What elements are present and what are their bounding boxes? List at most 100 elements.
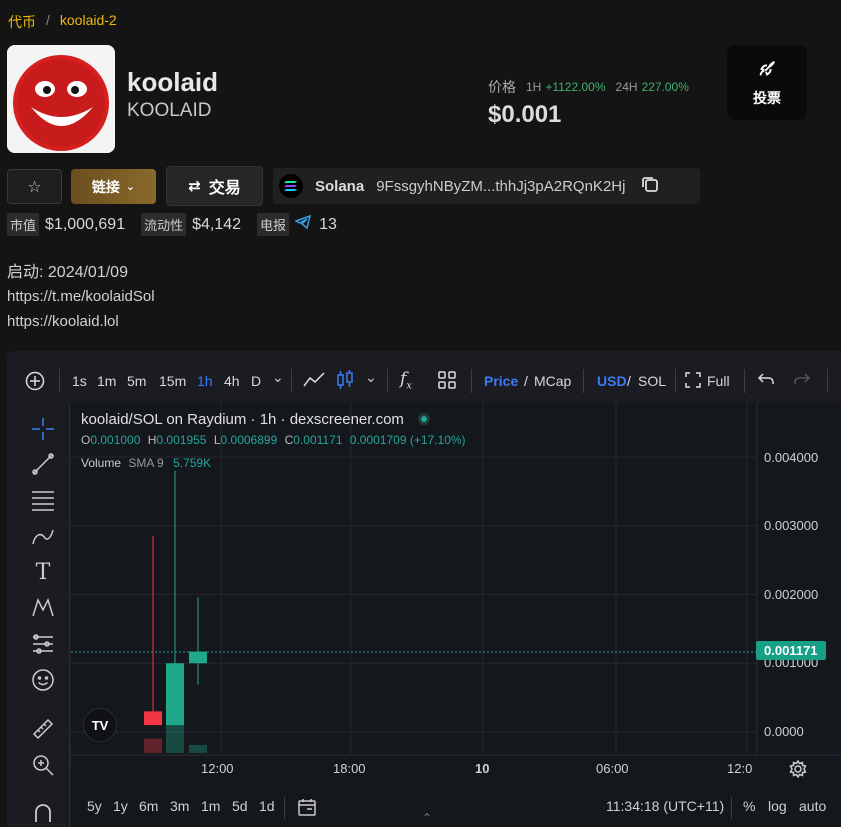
volume-label: Volume [81, 456, 122, 470]
links-dropdown-button[interactable]: 链接 ⌄ [71, 169, 156, 204]
emoji-icon[interactable] [30, 667, 56, 693]
h1-label: 1H [526, 80, 542, 94]
breadcrumb-root[interactable]: 代币 [8, 12, 36, 32]
brush-icon[interactable] [30, 523, 56, 549]
links-label: 链接 [91, 178, 120, 195]
fib-retracement-icon[interactable] [30, 487, 56, 513]
liquidity-value: $4,142 [192, 215, 242, 233]
star-icon: ☆ [27, 178, 42, 196]
calendar-icon[interactable] [297, 797, 317, 820]
interval-1s[interactable]: 1s [72, 373, 87, 389]
mcap-value: $1,000,691 [45, 215, 126, 233]
low-label: L [213, 433, 221, 447]
mcap-toggle[interactable]: MCap [534, 373, 571, 389]
current-price-tag: 0.001171 [756, 641, 826, 660]
token-logo [7, 45, 115, 153]
vote-button[interactable]: 投票 [727, 45, 807, 120]
text-icon[interactable]: T [30, 559, 56, 585]
sma-label: SMA 9 [128, 456, 164, 470]
candle-body [144, 711, 162, 726]
range-1y[interactable]: 1y [113, 798, 128, 814]
rocket-icon [759, 60, 776, 76]
website-link[interactable]: https://koolaid.lol [7, 313, 119, 330]
log-toggle[interactable]: log [768, 798, 787, 814]
open-label: O [81, 433, 91, 447]
telegram-tag: 电报 [257, 213, 290, 236]
interval-1m[interactable]: 1m [97, 373, 116, 389]
mcap-tag: 市值 [7, 213, 40, 236]
fx-indicators-icon[interactable]: fx [400, 369, 412, 391]
interval-15m[interactable]: 15m [159, 373, 186, 389]
trend-line-icon[interactable] [30, 451, 56, 477]
usd-sol-slash: / [627, 373, 631, 389]
fullscreen-icon[interactable] [685, 372, 701, 391]
chevron-down-icon[interactable]: ⌄ [365, 369, 377, 386]
scroll-up-icon[interactable]: ⌃ [422, 811, 432, 825]
y-tick: 0.002000 [764, 587, 819, 602]
range-3m[interactable]: 3m [170, 798, 189, 814]
live-indicator-icon [418, 413, 431, 425]
change-value: 0.0001709 (+17.10%) [349, 433, 466, 447]
chain-name: Solana [315, 177, 365, 195]
candle-body [189, 651, 207, 664]
clock-time[interactable]: 11:34:18 (UTC+11) [606, 798, 724, 814]
breadcrumb-separator: / [46, 12, 50, 28]
usd-toggle[interactable]: USD [597, 373, 627, 389]
interval-d[interactable]: D [251, 373, 261, 389]
vote-label: 投票 [753, 89, 781, 106]
ohlc-legend: O0.001000 H0.001955 L0.0006899 C0.001171… [81, 433, 466, 447]
favorite-button[interactable]: ☆ [7, 169, 62, 204]
trade-label: 交易 [208, 180, 241, 197]
undo-icon[interactable] [757, 371, 775, 390]
x-tick: 18:00 [333, 761, 366, 776]
copy-icon[interactable] [641, 175, 659, 197]
zoom-in-icon[interactable] [30, 752, 56, 778]
volume-bar [144, 738, 162, 753]
settings-gear-icon[interactable] [789, 759, 807, 783]
pattern-icon[interactable] [30, 595, 56, 621]
add-indicator-icon[interactable] [25, 371, 45, 394]
liquidity-tag: 流动性 [141, 213, 187, 236]
range-1d[interactable]: 1d [259, 798, 275, 814]
low-value: 0.0006899 [220, 433, 278, 447]
sol-toggle[interactable]: SOL [638, 373, 666, 389]
range-1m[interactable]: 1m [201, 798, 220, 814]
x-tick: 06:00 [596, 761, 629, 776]
solana-icon [279, 174, 303, 198]
crosshair-icon[interactable] [30, 416, 56, 442]
trade-button[interactable]: ⇄ 交易 [166, 166, 263, 206]
prediction-icon[interactable] [30, 631, 56, 657]
range-5y[interactable]: 5y [87, 798, 102, 814]
launch-date: 启动: 2024/01/09 [7, 264, 128, 281]
interval-5m[interactable]: 5m [127, 373, 146, 389]
chart-title-text: koolaid/SOL on Raydium · 1h · dexscreene… [81, 411, 404, 428]
percent-toggle[interactable]: % [743, 798, 755, 814]
price-label: 价格 [488, 79, 516, 95]
x-tick: 12:00 [201, 761, 234, 776]
magnet-icon[interactable] [30, 799, 56, 825]
h24-change: 227.00% [641, 80, 689, 94]
volume-bar [189, 745, 207, 753]
candles-icon[interactable] [337, 370, 353, 393]
interval-1h[interactable]: 1h [197, 373, 213, 389]
range-6m[interactable]: 6m [139, 798, 158, 814]
interval-4h[interactable]: 4h [224, 373, 240, 389]
line-chart-icon[interactable] [303, 371, 325, 392]
chain-address-box: Solana 9FssgyhNByZM...thhJj3pA2RQnK2Hj [273, 168, 700, 204]
telegram-icon [294, 214, 312, 234]
ruler-icon[interactable] [30, 716, 56, 742]
layout-grid-icon[interactable] [438, 371, 456, 392]
auto-toggle[interactable]: auto [799, 798, 826, 814]
telegram-link[interactable]: https://t.me/koolaidSol [7, 288, 155, 305]
range-5d[interactable]: 5d [232, 798, 248, 814]
swap-icon: ⇄ [188, 178, 201, 195]
telegram-count: 13 [319, 215, 337, 233]
chart-plot[interactable]: koolaid/SOL on Raydium · 1h · dexscreene… [71, 403, 841, 827]
full-label[interactable]: Full [707, 373, 730, 389]
y-tick: 0.004000 [764, 450, 819, 465]
redo-icon[interactable] [793, 371, 811, 390]
breadcrumb-current[interactable]: koolaid-2 [60, 12, 117, 32]
chevron-down-icon[interactable]: ⌄ [272, 369, 284, 386]
price-toggle[interactable]: Price [484, 373, 518, 389]
close-value: 0.001171 [293, 433, 343, 447]
